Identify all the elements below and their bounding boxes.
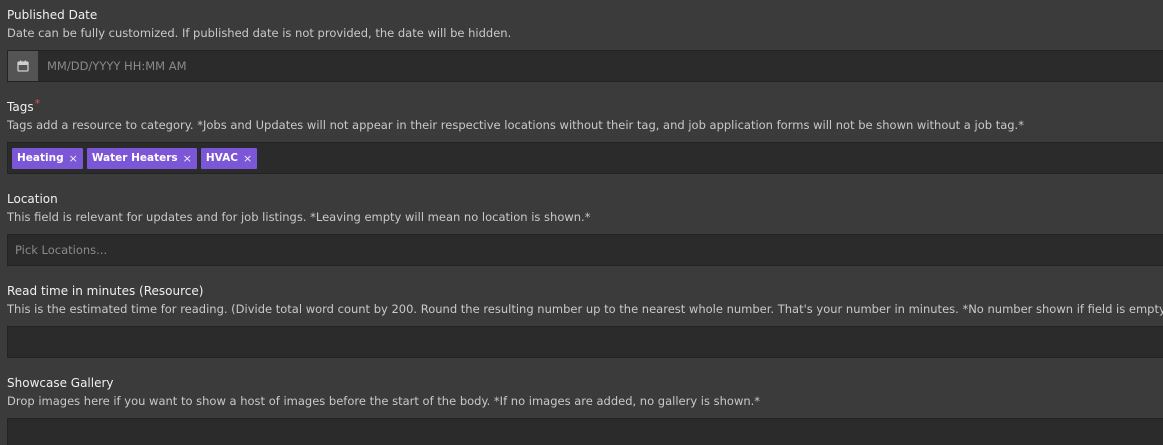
- location-description: This field is relevant for updates and f…: [7, 210, 591, 224]
- tag-chip-hvac: HVAC ×: [200, 147, 258, 169]
- tags-description: Tags add a resource to category. *Jobs a…: [7, 118, 1024, 132]
- published-date-label: Published Date: [7, 8, 98, 22]
- published-date-input[interactable]: [38, 51, 338, 81]
- tag-remove-icon[interactable]: ×: [243, 152, 252, 165]
- tag-chip-water-heaters: Water Heaters ×: [86, 147, 197, 169]
- read-time-input[interactable]: [8, 327, 1163, 357]
- showcase-gallery-label: Showcase Gallery: [7, 376, 114, 390]
- tags-field: Tags* Tags add a resource to category. *…: [7, 97, 1163, 132]
- calendar-button[interactable]: [8, 51, 38, 81]
- showcase-gallery-dropzone[interactable]: [7, 418, 1163, 445]
- tag-label: Heating: [17, 152, 64, 164]
- tag-label: Water Heaters: [91, 152, 178, 164]
- read-time-box: [7, 326, 1163, 358]
- tag-chip-heating: Heating ×: [12, 147, 83, 169]
- location-field: Location This field is relevant for upda…: [7, 192, 1163, 224]
- read-time-description: This is the estimated time for reading. …: [7, 302, 1163, 316]
- location-input[interactable]: [8, 235, 1163, 265]
- published-date-description: Date can be fully customized. If publish…: [7, 26, 512, 40]
- calendar-icon: [17, 60, 29, 72]
- published-date-picker: [7, 50, 1163, 82]
- tag-label: HVAC: [205, 152, 238, 164]
- tags-label-text: Tags: [7, 100, 34, 114]
- tag-remove-icon[interactable]: ×: [69, 152, 78, 165]
- location-label: Location: [7, 192, 58, 206]
- tags-label: Tags*: [7, 97, 1163, 114]
- showcase-gallery-description: Drop images here if you want to show a h…: [7, 394, 761, 408]
- read-time-field: Read time in minutes (Resource) This is …: [7, 284, 1163, 316]
- location-select: [7, 234, 1163, 266]
- tag-remove-icon[interactable]: ×: [183, 152, 192, 165]
- tags-input[interactable]: Heating × Water Heaters × HVAC ×: [7, 142, 1163, 174]
- required-marker: *: [34, 97, 41, 110]
- published-date-field: Published Date Date can be fully customi…: [7, 8, 1163, 40]
- showcase-gallery-field: Showcase Gallery Drop images here if you…: [7, 376, 1163, 408]
- read-time-label: Read time in minutes (Resource): [7, 284, 204, 298]
